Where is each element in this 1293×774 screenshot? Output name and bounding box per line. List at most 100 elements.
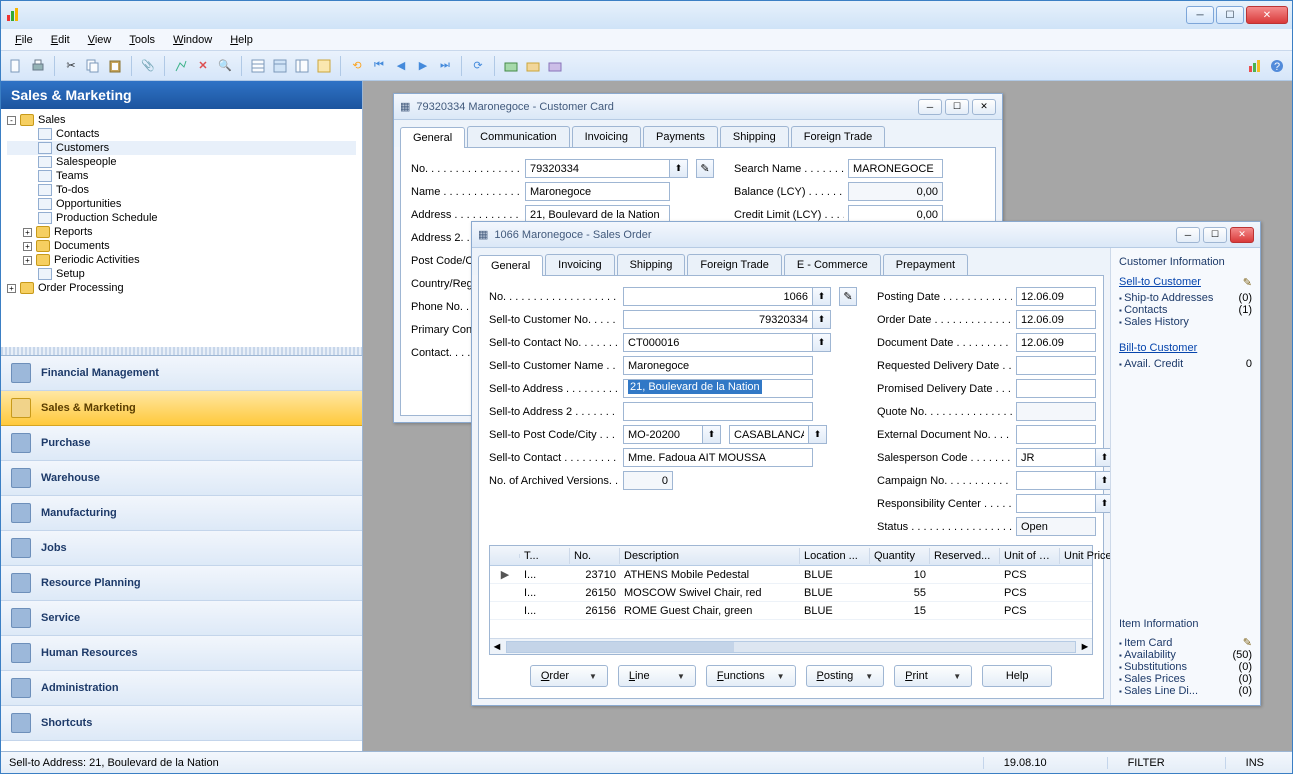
tb-list2-icon[interactable]: [271, 57, 289, 75]
grid-col-header[interactable]: Description: [620, 548, 800, 564]
tree-item[interactable]: Production Schedule: [7, 211, 356, 225]
nav-group[interactable]: Warehouse: [1, 461, 362, 496]
tb-cut-icon[interactable]: ✂: [62, 57, 80, 75]
nav-splitter[interactable]: [1, 347, 362, 355]
tab[interactable]: Communication: [467, 126, 569, 147]
menu-file[interactable]: File: [7, 32, 41, 48]
tree-item[interactable]: +Documents: [7, 239, 356, 253]
grid-col-header[interactable]: Quantity: [870, 548, 930, 564]
sales-lines-grid[interactable]: T...No.DescriptionLocation ...QuantityRe…: [489, 545, 1093, 655]
nav-group[interactable]: Human Resources: [1, 636, 362, 671]
tb-new-icon[interactable]: [7, 57, 25, 75]
tb-nav-prev-icon[interactable]: ◀: [392, 57, 410, 75]
sell-to-customer-link[interactable]: Sell-to Customer: [1119, 276, 1201, 288]
field-input[interactable]: [623, 356, 813, 375]
tb-list3-icon[interactable]: [293, 57, 311, 75]
info-row[interactable]: Sales Prices(0): [1119, 673, 1252, 685]
customer-card-titlebar[interactable]: ▦ 79320334 Maronegoce - Customer Card ─ …: [394, 94, 1002, 120]
tb-list4-icon[interactable]: [315, 57, 333, 75]
nav-group[interactable]: Jobs: [1, 531, 362, 566]
grid-col-header[interactable]: Reserved...: [930, 548, 1000, 564]
field-input[interactable]: [729, 425, 809, 444]
info-link[interactable]: Availability: [1119, 649, 1176, 661]
tb-attach-icon[interactable]: 📎: [139, 57, 157, 75]
info-link[interactable]: Sales History: [1119, 316, 1189, 328]
field-input[interactable]: [1016, 287, 1096, 306]
tb-export2-icon[interactable]: [524, 57, 542, 75]
info-link[interactable]: Item Card: [1119, 637, 1172, 649]
print-button[interactable]: Print▼: [894, 665, 972, 687]
tree-twisty-icon[interactable]: +: [23, 242, 32, 251]
tb-export3-icon[interactable]: [546, 57, 564, 75]
tab[interactable]: General: [478, 255, 543, 276]
grid-header[interactable]: T...No.DescriptionLocation ...QuantityRe…: [490, 546, 1092, 566]
lookup-button[interactable]: ⬆: [813, 333, 831, 352]
tab[interactable]: Payments: [643, 126, 718, 147]
tree-item[interactable]: Setup: [7, 267, 356, 281]
field-input[interactable]: [848, 159, 943, 178]
tb-nav-first-icon[interactable]: ⏮: [370, 57, 388, 75]
field-input[interactable]: [623, 333, 813, 352]
tree-item[interactable]: +Order Processing: [7, 281, 356, 295]
info-row[interactable]: Sales Line Di...(0): [1119, 685, 1252, 697]
nav-group[interactable]: Financial Management: [1, 356, 362, 391]
field-input[interactable]: [1016, 356, 1096, 375]
tree-item[interactable]: To-dos: [7, 183, 356, 197]
info-row[interactable]: Availability(50): [1119, 649, 1252, 661]
nav-group[interactable]: Resource Planning: [1, 566, 362, 601]
nav-group[interactable]: Sales & Marketing: [1, 391, 362, 426]
tab[interactable]: Prepayment: [883, 254, 968, 275]
grid-row[interactable]: ▶I...23710ATHENS Mobile PedestalBLUE10PC…: [490, 566, 1092, 584]
cc-maximize-button[interactable]: ☐: [945, 99, 969, 115]
info-row[interactable]: Substitutions(0): [1119, 661, 1252, 673]
tb-copy-icon[interactable]: [84, 57, 102, 75]
grid-col-header[interactable]: Unit of M...: [1000, 548, 1060, 564]
status-filter[interactable]: FILTER: [1107, 757, 1185, 769]
nav-group[interactable]: Purchase: [1, 426, 362, 461]
tb-find-icon[interactable]: 🔍: [216, 57, 234, 75]
lookup-button[interactable]: ⬆: [813, 310, 831, 329]
pencil-icon[interactable]: ✎: [1243, 636, 1252, 649]
grid-body[interactable]: ▶I...23710ATHENS Mobile PedestalBLUE10PC…: [490, 566, 1092, 638]
info-link[interactable]: Substitutions: [1119, 661, 1187, 673]
tree-twisty-icon[interactable]: +: [23, 256, 32, 265]
tree-item[interactable]: +Periodic Activities: [7, 253, 356, 267]
tree-twisty-icon[interactable]: +: [7, 284, 16, 293]
cc-close-button[interactable]: ✕: [972, 99, 996, 115]
field-input[interactable]: [623, 310, 813, 329]
field-input[interactable]: [525, 159, 670, 178]
tb-nav-last-icon[interactable]: ⏭: [436, 57, 454, 75]
menu-window[interactable]: Window: [165, 32, 220, 48]
cc-minimize-button[interactable]: ─: [918, 99, 942, 115]
close-button[interactable]: ✕: [1246, 6, 1288, 24]
tree-item[interactable]: Salespeople: [7, 155, 356, 169]
field-input[interactable]: [1016, 425, 1096, 444]
assist-edit-button[interactable]: ✎: [839, 287, 857, 306]
tree-twisty-icon[interactable]: -: [7, 116, 16, 125]
tab[interactable]: Foreign Trade: [687, 254, 781, 275]
grid-hscrollbar[interactable]: ◄ ►: [490, 638, 1092, 654]
tb-list1-icon[interactable]: [249, 57, 267, 75]
sales-order-titlebar[interactable]: ▦ 1066 Maronegoce - Sales Order ─ ☐ ✕: [472, 222, 1260, 248]
tab[interactable]: E - Commerce: [784, 254, 881, 275]
nav-group[interactable]: Service: [1, 601, 362, 636]
lookup-button[interactable]: ⬆: [703, 425, 721, 444]
field-input[interactable]: [525, 182, 670, 201]
tb-paste-icon[interactable]: [106, 57, 124, 75]
tb-export1-icon[interactable]: [502, 57, 520, 75]
info-link[interactable]: Sales Line Di...: [1119, 685, 1198, 697]
info-row[interactable]: Contacts(1): [1119, 304, 1252, 316]
tab[interactable]: Shipping: [617, 254, 686, 275]
help-button[interactable]: Help: [982, 665, 1052, 687]
info-row[interactable]: Ship-to Addresses(0): [1119, 292, 1252, 304]
tb-help-icon[interactable]: ?: [1268, 57, 1286, 75]
tree-item[interactable]: Teams: [7, 169, 356, 183]
tb-print-icon[interactable]: [29, 57, 47, 75]
tb-delete-icon[interactable]: ✕: [194, 57, 212, 75]
info-link[interactable]: Sales Prices: [1119, 673, 1185, 685]
tb-brand-icon[interactable]: [1246, 57, 1264, 75]
tree-item[interactable]: +Reports: [7, 225, 356, 239]
tab[interactable]: Invoicing: [572, 126, 641, 147]
tab[interactable]: General: [400, 127, 465, 148]
tree-item[interactable]: Contacts: [7, 127, 356, 141]
